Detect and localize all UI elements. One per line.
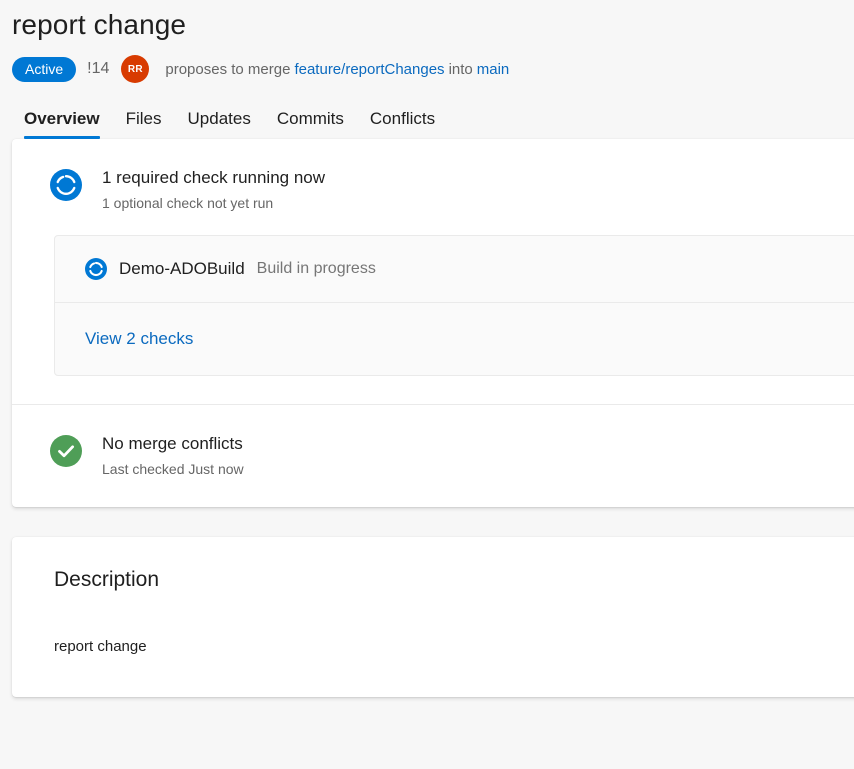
target-branch-link[interactable]: main — [477, 61, 510, 78]
tab-conflicts[interactable]: Conflicts — [370, 109, 435, 139]
running-spinner-icon — [85, 258, 107, 280]
description-section: Description report change — [12, 537, 854, 697]
description-card: Description report change — [12, 537, 854, 697]
conflicts-section: No merge conflicts Last checked Just now — [12, 405, 854, 507]
page-title: report change — [12, 0, 854, 42]
description-body: report change — [54, 637, 854, 657]
pull-request-meta: Active !14 RR proposes to mergefeature/r… — [12, 55, 854, 83]
tab-overview[interactable]: Overview — [24, 109, 100, 139]
status-badge: Active — [12, 57, 76, 82]
avatar[interactable]: RR — [121, 55, 149, 83]
tab-commits[interactable]: Commits — [277, 109, 344, 139]
description-heading: Description — [54, 567, 854, 593]
pull-request-tabs: Overview Files Updates Commits Conflicts — [12, 83, 854, 139]
proposes-label: proposes to merge — [165, 61, 290, 78]
view-checks-row[interactable]: View 2 checks — [55, 302, 854, 375]
checks-list-box: Demo-ADOBuild Build in progress View 2 c… — [54, 235, 854, 376]
tab-files[interactable]: Files — [126, 109, 162, 139]
success-check-icon — [50, 435, 82, 467]
view-checks-link[interactable]: View 2 checks — [85, 329, 193, 349]
tab-updates[interactable]: Updates — [188, 109, 251, 139]
check-row-demo-adobuild[interactable]: Demo-ADOBuild Build in progress — [55, 236, 854, 302]
running-spinner-icon — [50, 169, 82, 201]
checks-status-title: 1 required check running now — [102, 167, 325, 189]
pull-request-id: !14 — [87, 60, 109, 78]
into-label: into — [449, 61, 473, 78]
checks-status-texts: 1 required check running now 1 optional … — [102, 167, 325, 213]
checks-status-row: 1 required check running now 1 optional … — [12, 167, 854, 213]
checks-status-subtitle: 1 optional check not yet run — [102, 193, 325, 213]
source-branch-link[interactable]: feature/reportChanges — [294, 61, 444, 78]
check-status: Build in progress — [257, 260, 376, 278]
conflicts-status-subtitle: Last checked Just now — [102, 459, 244, 479]
merge-description: proposes to mergefeature/reportChanges in… — [165, 61, 509, 78]
check-name: Demo-ADOBuild — [119, 259, 245, 279]
pull-request-header: report change Active !14 RR proposes to … — [0, 0, 854, 139]
conflicts-status-row: No merge conflicts Last checked Just now — [12, 433, 854, 479]
conflicts-status-title: No merge conflicts — [102, 433, 244, 455]
policy-status-card: 1 required check running now 1 optional … — [12, 139, 854, 507]
checks-section: 1 required check running now 1 optional … — [12, 139, 854, 404]
conflicts-status-texts: No merge conflicts Last checked Just now — [102, 433, 244, 479]
